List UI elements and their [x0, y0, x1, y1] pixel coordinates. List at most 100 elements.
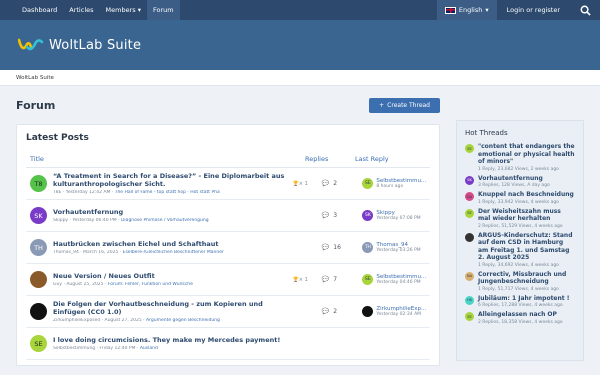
- thread-author[interactable]: Selbstbestimmung: [53, 346, 95, 351]
- last-reply[interactable]: SK Skippy Yesterday 07:08 PM: [362, 210, 430, 221]
- hot-thread-text: "content that endangers the emotional or…: [478, 143, 575, 172]
- thread-title-link[interactable]: Hautbrücken zwischen Eichel und Schaftha…: [53, 240, 293, 248]
- thread-board-link[interactable]: Eselbere-/Gleichlichen Beschnittener Män…: [123, 250, 224, 255]
- avatar[interactable]: [30, 271, 47, 288]
- table-row[interactable]: SK Vorhautentfernung Skippy · Yesterday 06…: [26, 200, 430, 232]
- hot-thread-item[interactable]: DA Knuppel nach Beschneidung 1 Reply, 33,9…: [465, 191, 575, 205]
- last-reply[interactable]: SE Selbstbestimmu… 8 hours ago: [362, 178, 430, 189]
- hot-thread-meta: 1 Reply, 23,682 Views, 2 weeks ago: [478, 166, 559, 172]
- search-button[interactable]: [570, 0, 600, 20]
- last-reply-text: Thomas_94 Yesterday 03:26 PM: [376, 242, 420, 253]
- thread-author[interactable]: Skippy: [53, 218, 68, 223]
- hot-thread-title[interactable]: Jubiläum: 1 Jahr impotent !: [478, 295, 569, 303]
- thread-title-link[interactable]: “A Treatment in Search for a Disease?” -…: [53, 172, 293, 188]
- nav-members-label: Members: [105, 6, 136, 14]
- avatar[interactable]: NA: [465, 271, 474, 281]
- last-reply-avatar[interactable]: SK: [362, 210, 374, 221]
- avatar[interactable]: [30, 303, 47, 320]
- avatar[interactable]: DA: [465, 192, 474, 201]
- table-row[interactable]: T8 “A Treatment in Search for a Disease?”…: [26, 168, 430, 200]
- thread-board-link[interactable]: Argumente gegen Beschneidung: [146, 318, 220, 323]
- comment-icon: 💬: [321, 180, 330, 187]
- hot-thread-title[interactable]: Der Weisheitszahn muss mal wieder herhal…: [478, 208, 575, 223]
- avatar[interactable]: SK: [30, 207, 47, 224]
- avatar[interactable]: [465, 232, 474, 242]
- hot-thread-title[interactable]: "content that endangers the emotional or…: [478, 143, 575, 166]
- table-row[interactable]: Neue Version / Neues Outfit Guy · August …: [26, 264, 430, 296]
- comment-icon: 💬: [321, 212, 330, 219]
- thread-date: Yesterday 06:40 PM: [72, 218, 117, 223]
- avatar[interactable]: SE: [30, 335, 47, 352]
- last-reply-text: Selbstbestimmu… Yesterday 04:46 PM: [376, 274, 426, 285]
- last-reply-avatar[interactable]: [362, 306, 374, 317]
- site-logo[interactable]: WoltLab Suite: [18, 36, 141, 54]
- avatar[interactable]: SE: [465, 312, 474, 321]
- hot-thread-title[interactable]: Knuppel nach Beschneidung: [478, 191, 574, 199]
- hot-thread-title[interactable]: ARGUS-Kinderschutz: Stand auf dem CSD in…: [478, 232, 575, 262]
- thread-board-link[interactable]: Forum: Fehler, Funktion und Wünsche: [108, 282, 193, 287]
- hot-thread-item[interactable]: SE "content that endangers the emotional …: [465, 143, 575, 172]
- table-row[interactable]: SE I love doing circumcisions. They make …: [26, 328, 430, 360]
- thread-title-link[interactable]: Neue Version / Neues Outfit: [53, 272, 293, 280]
- hot-thread-item[interactable]: HS Jubiläum: 1 Jahr impotent ! 6 Replies, …: [465, 295, 575, 308]
- last-reply-avatar[interactable]: TH: [362, 242, 374, 253]
- last-reply-avatar[interactable]: SE: [362, 274, 374, 285]
- thread-author[interactable]: Thomas_94: [53, 250, 79, 255]
- chevron-down-icon: ▾: [137, 6, 141, 14]
- last-reply-time: Yesterday 02:34 AM: [376, 312, 422, 317]
- last-reply[interactable]: SE Selbstbestimmu… Yesterday 04:46 PM: [362, 274, 430, 285]
- breadcrumb-home[interactable]: WoltLab Suite: [16, 75, 54, 81]
- avatar[interactable]: SK: [465, 175, 474, 185]
- thread-board-link[interactable]: Diagnose Phimose / Vorhautverengung: [121, 218, 209, 223]
- woltlab-logo-icon: [18, 38, 44, 51]
- breadcrumb: WoltLab Suite: [0, 70, 600, 86]
- thread-title-link[interactable]: Die Folgen der Vorhautbeschneidung - zum…: [53, 300, 293, 316]
- thread-title-link[interactable]: Vorhautentfernung: [53, 208, 293, 216]
- avatar[interactable]: HS: [465, 295, 474, 305]
- language-selector[interactable]: English ▾: [436, 0, 497, 20]
- last-reply-avatar[interactable]: SE: [362, 178, 374, 189]
- hot-thread-title[interactable]: Correctiv, Missbrauch und Jungenbeschnei…: [478, 271, 575, 286]
- avatar[interactable]: SE: [465, 208, 474, 218]
- thread-author[interactable]: ZirkumphilieExposed: [53, 318, 100, 323]
- column-last-reply[interactable]: Last Reply: [355, 155, 389, 163]
- table-row[interactable]: Die Folgen der Vorhautbeschneidung - zum…: [26, 296, 430, 328]
- row-main: I love doing circumcisions. They make my…: [53, 336, 293, 351]
- nav-articles[interactable]: Articles: [63, 0, 99, 20]
- search-icon: [580, 5, 591, 16]
- avatar[interactable]: T8: [30, 175, 47, 192]
- hot-thread-item[interactable]: SE Der Weisheitszahn muss mal wieder herh…: [465, 208, 575, 229]
- thread-board-link[interactable]: The Hall of Fame - top statt hop · Hot s…: [115, 190, 220, 195]
- thread-title-link[interactable]: I love doing circumcisions. They make my…: [53, 336, 293, 344]
- nav-dashboard[interactable]: Dashboard: [16, 0, 63, 20]
- hot-thread-text: Knuppel nach Beschneidung 1 Reply, 33,942…: [478, 191, 574, 205]
- avatar[interactable]: TH: [30, 239, 47, 256]
- thread-author[interactable]: T8E: [53, 190, 61, 195]
- thread-meta: ZirkumphilieExposed · August 27, 2025 · …: [53, 318, 220, 323]
- nav-forum[interactable]: Forum: [146, 0, 180, 20]
- last-reply[interactable]: TH Thomas_94 Yesterday 03:26 PM: [362, 242, 430, 253]
- hot-thread-item[interactable]: SK Vorhautentfernung 3 Replies, 128 Views,…: [465, 175, 575, 188]
- login-link[interactable]: Login or register: [497, 6, 570, 14]
- create-thread-button[interactable]: + Create Thread: [369, 97, 440, 113]
- column-replies[interactable]: Replies: [305, 155, 355, 163]
- last-reply-time: 8 hours ago: [376, 184, 404, 189]
- hot-thread-title[interactable]: Alleingelassen nach OP: [478, 311, 563, 319]
- hot-thread-meta: 6 Replies, 17,288 Views, 4 weeks ago: [478, 303, 563, 308]
- nav-members[interactable]: Members ▾: [100, 0, 147, 20]
- row-main: Hautbrücken zwischen Eichel und Schaftha…: [53, 240, 293, 255]
- table-row[interactable]: TH Hautbrücken zwischen Eichel und Schaft…: [26, 232, 430, 264]
- reply-count-value: 2: [333, 308, 338, 315]
- hot-thread-title[interactable]: Vorhautentfernung: [478, 175, 550, 183]
- hot-thread-item[interactable]: NA Correctiv, Missbrauch und Jungenbeschn…: [465, 271, 575, 292]
- hot-thread-text: ARGUS-Kinderschutz: Stand auf dem CSD in…: [478, 232, 575, 268]
- reply-count-value: 16: [333, 244, 341, 251]
- column-title[interactable]: Title: [30, 155, 305, 163]
- last-reply[interactable]: ZirkumphilieExp… Yesterday 02:34 AM: [362, 306, 430, 317]
- thread-author[interactable]: Guy: [53, 282, 62, 287]
- avatar[interactable]: SE: [465, 144, 474, 153]
- reply-count-value: 3: [333, 212, 338, 219]
- hot-thread-item[interactable]: ARGUS-Kinderschutz: Stand auf dem CSD in…: [465, 232, 575, 268]
- thread-board-link[interactable]: Ausland: [140, 346, 158, 351]
- hot-thread-item[interactable]: SE Alleingelassen nach OP 2 Replies, 18,35…: [465, 311, 575, 325]
